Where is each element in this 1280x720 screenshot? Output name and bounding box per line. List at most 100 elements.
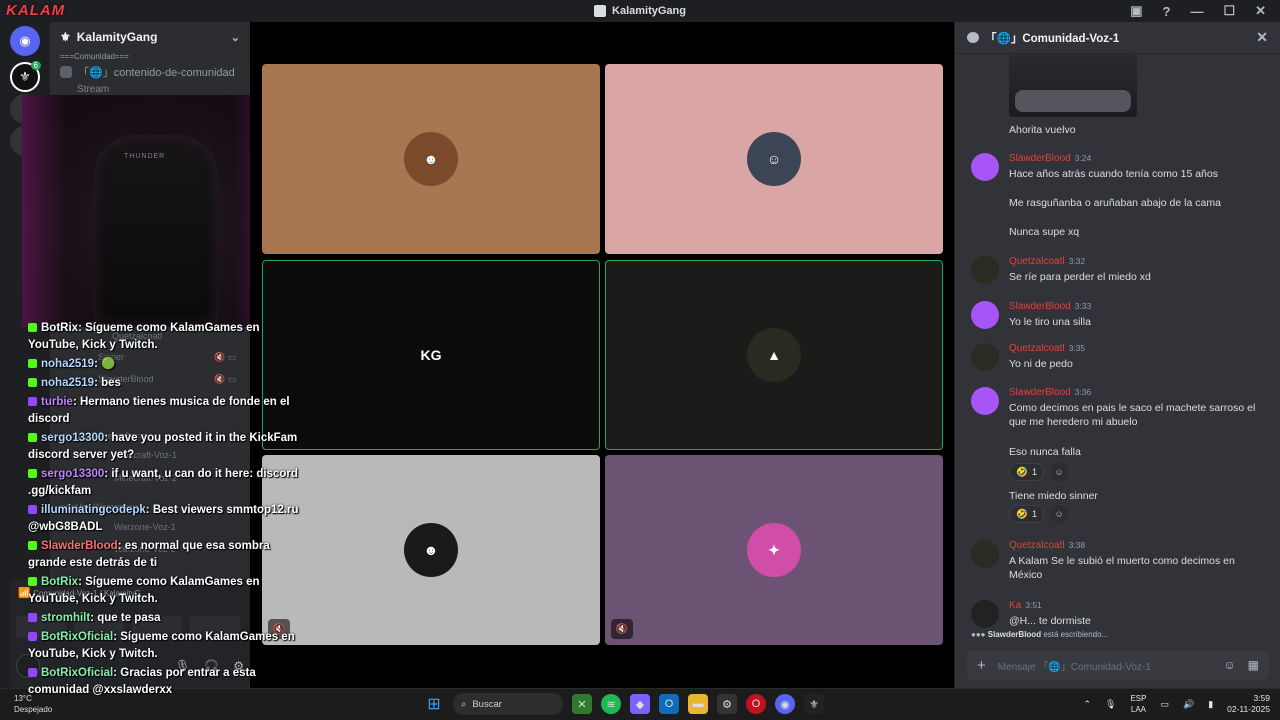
avatar[interactable] bbox=[971, 301, 999, 329]
reaction-emoji: 🤣 bbox=[1016, 508, 1028, 520]
server-header[interactable]: ⚜ KalamityGang ⌄ bbox=[50, 22, 250, 52]
minimize-button[interactable]: — bbox=[1190, 4, 1203, 19]
copilot-icon[interactable]: ◆ bbox=[630, 694, 650, 714]
channel-category-partial: ===Comunidad=== bbox=[50, 52, 250, 60]
chat-username: BotRix bbox=[41, 576, 79, 588]
language-indicator[interactable]: ESP LAA bbox=[1130, 693, 1146, 715]
chat-message: sergo13300: have you posted it in the Ki… bbox=[28, 430, 303, 464]
opera-icon[interactable]: O bbox=[746, 694, 766, 714]
message-author[interactable]: Ka bbox=[1009, 600, 1021, 611]
server-icon bbox=[594, 5, 607, 17]
chat-message: noha2519: bes bbox=[28, 375, 303, 392]
gaming-chair bbox=[94, 135, 218, 327]
message-meta: SlawderBlood 3:36 bbox=[1009, 387, 1091, 398]
kick-icon bbox=[28, 469, 37, 478]
taskbar-search[interactable]: ⌕ Buscar bbox=[453, 693, 563, 715]
close-icon[interactable]: ✕ bbox=[1256, 29, 1268, 46]
participant-tile-3[interactable]: KG bbox=[262, 260, 600, 450]
server-kalamity-icon[interactable]: ⚜ 6 bbox=[10, 61, 41, 92]
voice-chat-panel: 「🌐」Comunidad-Voz-1 ✕ Ahorita vuelvo Slawd… bbox=[954, 22, 1280, 688]
avatar[interactable] bbox=[971, 343, 999, 371]
avatar: ☻ bbox=[404, 523, 458, 577]
kick-icon bbox=[28, 433, 37, 442]
avatar: ✦ bbox=[747, 523, 801, 577]
discord-app: KALAM KalamityGang ▣ ? — ☐ ✕ ◉ ⚜6 ◐ ◑ ⚜ … bbox=[0, 0, 1280, 720]
participant-tile-5[interactable]: ☻ 🔇 bbox=[262, 455, 600, 645]
avatar[interactable] bbox=[971, 600, 999, 628]
discord-home-icon[interactable]: ◉ bbox=[10, 26, 40, 56]
chat-message: BotRixOficial: Sígueme como KalamGames e… bbox=[28, 629, 303, 663]
message-author[interactable]: Quetzalcoatl bbox=[1009, 256, 1065, 267]
participant-tile-2[interactable]: ☺ bbox=[605, 64, 943, 254]
message-time: 3:32 bbox=[1068, 256, 1086, 266]
twitch-icon bbox=[28, 397, 37, 406]
volume-icon[interactable]: 🔊 bbox=[1183, 699, 1194, 710]
channel-label: 「🌐」contenido-de-comunidad bbox=[78, 67, 235, 79]
chat-text: : bes bbox=[94, 377, 121, 389]
message-author[interactable]: SlawderBlood bbox=[1009, 153, 1071, 164]
chevron-down-icon[interactable]: ⌄ bbox=[231, 31, 240, 44]
message-time: 3:38 bbox=[1068, 540, 1086, 550]
chat-username: BotRixOficial bbox=[41, 631, 114, 643]
participant-tile-4[interactable]: ▲ bbox=[605, 260, 943, 450]
add-reaction-icon[interactable]: ☺ bbox=[1050, 505, 1069, 523]
add-reaction-icon[interactable]: ☺ bbox=[1050, 463, 1069, 481]
taskbar-apps: ⊞ ⌕ Buscar ✕ ≋ ◆ O ▬ ⚙ O ◉ ⚜ bbox=[424, 693, 824, 715]
avatar-glyph: ✦ bbox=[768, 541, 780, 558]
reaction-pill[interactable]: 🤣 1 bbox=[1009, 463, 1045, 481]
battery-icon[interactable]: ▮ bbox=[1208, 699, 1213, 710]
category-label: ===Comunidad=== bbox=[60, 52, 129, 60]
network-icon[interactable]: ▭ bbox=[1160, 699, 1169, 710]
message-text: Se ríe para perder el miedo xd bbox=[1009, 271, 1151, 283]
xbox-icon[interactable]: ✕ bbox=[572, 694, 592, 714]
message-text: Eso nunca falla bbox=[1009, 446, 1081, 458]
chat-username: sergo13300 bbox=[41, 432, 105, 444]
maximize-button[interactable]: ☐ bbox=[1223, 3, 1235, 19]
notification-badge: 6 bbox=[30, 61, 41, 70]
message-author[interactable]: Quetzalcoatl bbox=[1009, 540, 1065, 551]
chevron-up-icon[interactable]: ⌃ bbox=[1083, 699, 1091, 710]
discord-taskbar-icon[interactable]: ◉ bbox=[775, 694, 795, 714]
avatar[interactable] bbox=[971, 387, 999, 415]
outlook-icon[interactable]: O bbox=[659, 694, 679, 714]
image-attachment[interactable] bbox=[1009, 54, 1137, 117]
message-author[interactable]: SlawderBlood bbox=[1009, 387, 1071, 398]
avatar[interactable] bbox=[971, 540, 999, 568]
channel-contenido[interactable]: 「🌐」contenido-de-comunidad bbox=[50, 60, 250, 84]
inbox-icon[interactable]: ▣ bbox=[1130, 3, 1142, 19]
clock[interactable]: 3:59 02-11-2025 bbox=[1227, 693, 1270, 715]
steam-icon[interactable]: ⚙ bbox=[717, 694, 737, 714]
avatar[interactable] bbox=[971, 256, 999, 284]
help-icon[interactable]: ? bbox=[1162, 4, 1170, 19]
chat-username: turbie bbox=[41, 396, 73, 408]
avatar[interactable] bbox=[971, 153, 999, 181]
message-meta: SlawderBlood 3:33 bbox=[1009, 301, 1091, 312]
close-window-button[interactable]: ✕ bbox=[1255, 3, 1266, 19]
message-author[interactable]: SlawderBlood bbox=[1009, 301, 1071, 312]
apps-icon[interactable]: ▦ bbox=[1248, 658, 1259, 672]
chat-username: sergo13300 bbox=[41, 468, 105, 480]
message-text: Tiene miedo sinner bbox=[1009, 490, 1098, 502]
typing-text: está escribiendo... bbox=[1043, 630, 1109, 639]
message-input[interactable]: + Mensaje 「🌐」Comunidad-Voz-1 ☺ ▦ bbox=[967, 650, 1269, 680]
message-meta: Ka 3:51 bbox=[1009, 600, 1042, 611]
mic-tray-icon[interactable]: 🎙 bbox=[1105, 699, 1116, 710]
weather-desc: Despejado bbox=[14, 705, 53, 714]
reaction-row: 🤣 1 ☺ bbox=[1009, 463, 1069, 481]
participant-tile-6[interactable]: ✦ 🔇 bbox=[605, 455, 943, 645]
participant-tile-1[interactable]: ☻ bbox=[262, 64, 600, 254]
reaction-pill[interactable]: 🤣 1 bbox=[1009, 505, 1045, 523]
reaction-count: 1 bbox=[1031, 466, 1038, 478]
twitch-icon bbox=[28, 613, 37, 622]
spotify-icon[interactable]: ≋ bbox=[601, 694, 621, 714]
chat-text: : que te pasa bbox=[90, 612, 161, 624]
typing-indicator: ●●● SlawderBlood está escribiendo... bbox=[971, 630, 1108, 639]
folder-icon[interactable]: ▬ bbox=[688, 694, 708, 714]
windows-start-icon[interactable]: ⊞ bbox=[424, 694, 444, 714]
obs-icon[interactable]: ⚜ bbox=[804, 694, 824, 714]
message-author[interactable]: Quetzalcoatl bbox=[1009, 343, 1065, 354]
webcam-light-left bbox=[22, 95, 67, 327]
chat-message: illuminatingcodepk: Best viewers smmtop1… bbox=[28, 502, 303, 536]
emoji-icon[interactable]: ☺ bbox=[1223, 658, 1235, 672]
add-attachment-icon[interactable]: + bbox=[977, 657, 986, 674]
